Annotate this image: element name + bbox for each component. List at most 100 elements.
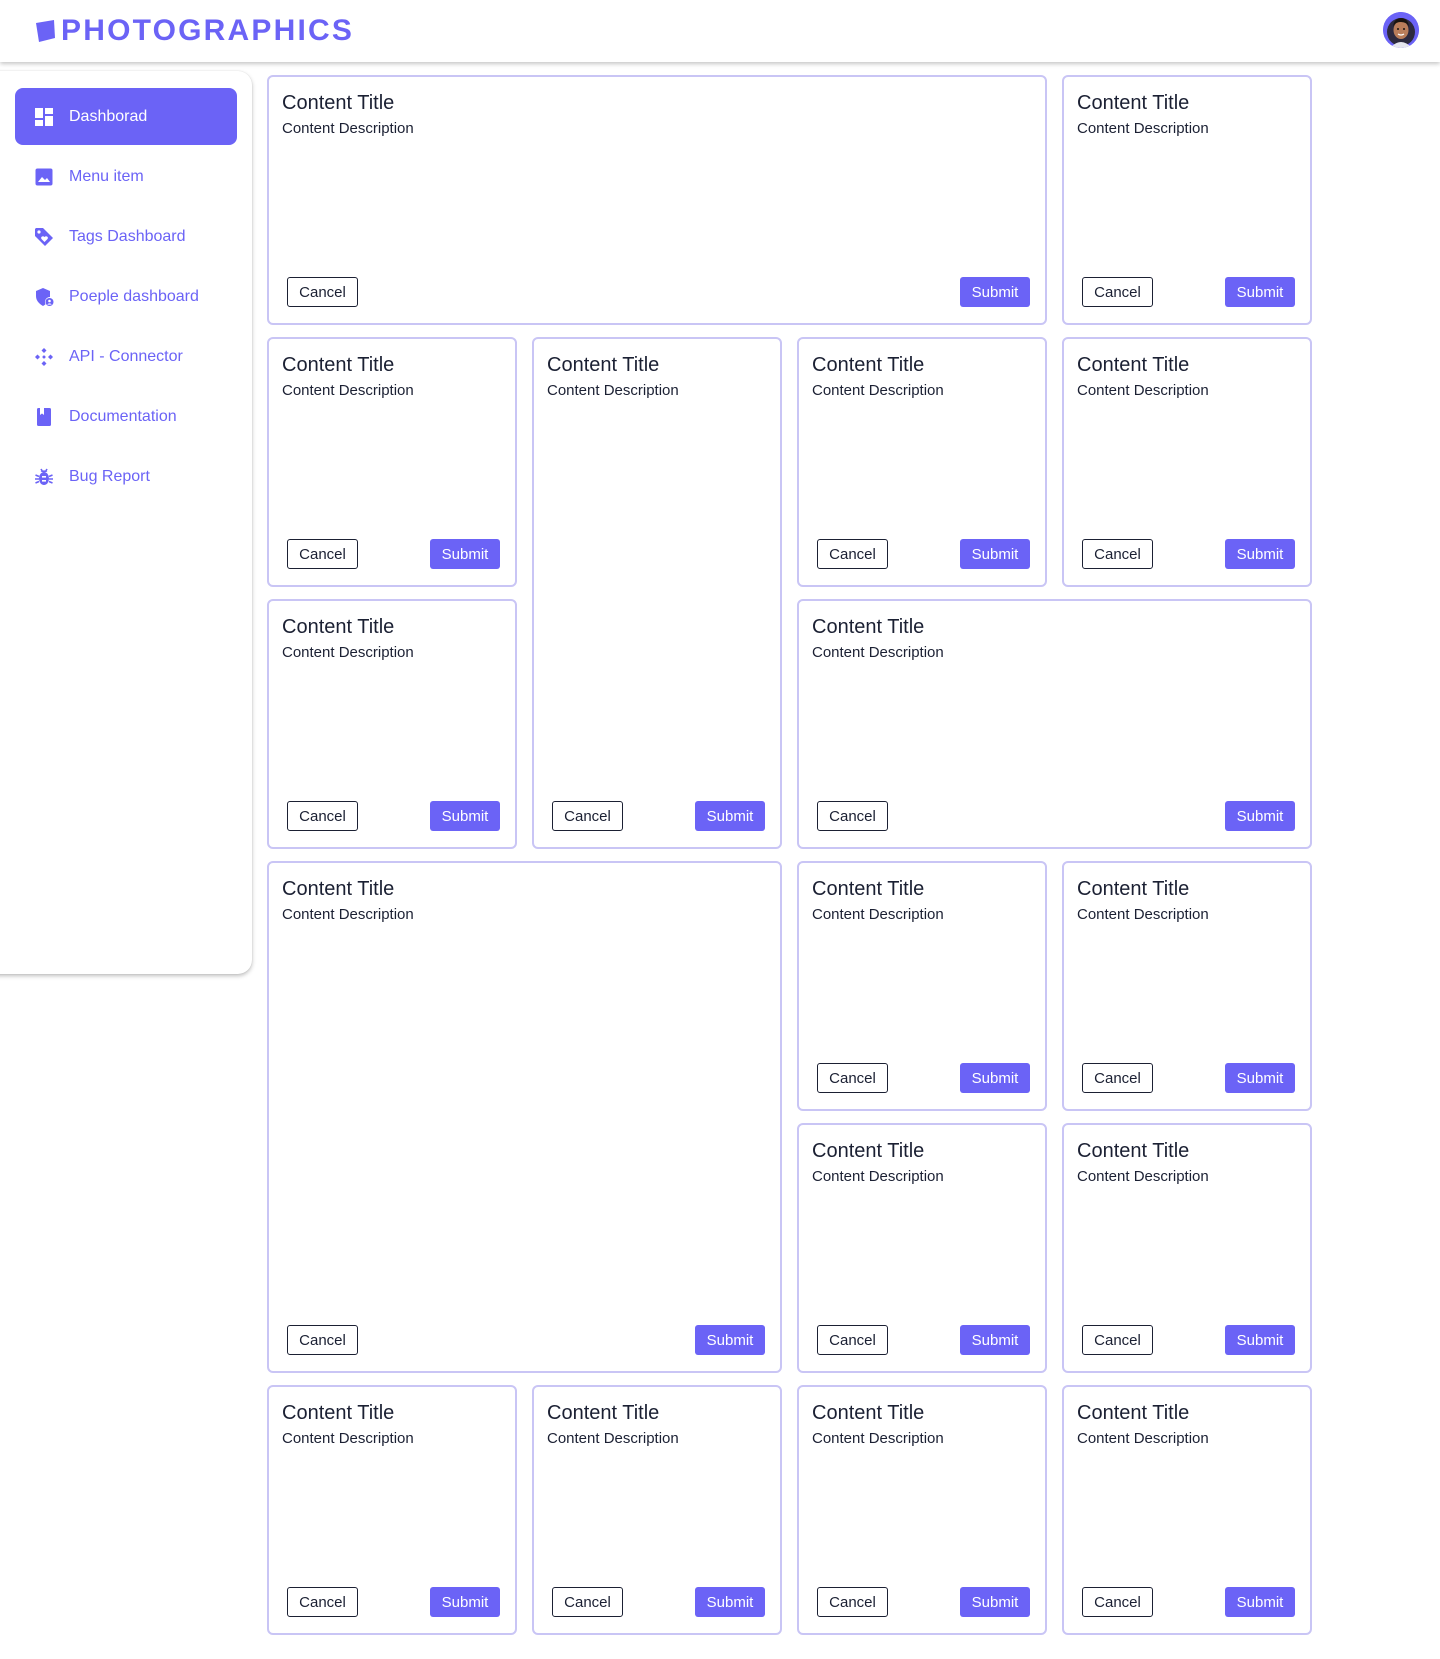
card-title: Content Title bbox=[812, 616, 925, 638]
brand-logo[interactable]: PHOTOGRAPHICS bbox=[34, 13, 354, 49]
card-description: Content Description bbox=[282, 382, 414, 399]
card-title: Content Title bbox=[1077, 92, 1190, 114]
bug-icon bbox=[32, 465, 56, 489]
content-card: Content Title Content Description Cancel… bbox=[267, 75, 1047, 325]
cancel-button[interactable]: Cancel bbox=[817, 1325, 888, 1355]
card-title: Content Title bbox=[812, 878, 925, 900]
cancel-button[interactable]: Cancel bbox=[817, 801, 888, 831]
sidebar-item-label: Dashborad bbox=[69, 107, 148, 125]
card-title: Content Title bbox=[1077, 1402, 1190, 1424]
card-title: Content Title bbox=[282, 92, 395, 114]
card-title: Content Title bbox=[282, 878, 395, 900]
sidebar-item-label: Poeple dashboard bbox=[69, 287, 199, 305]
sidebar-item-dashboard[interactable]: Dashborad bbox=[15, 88, 237, 145]
cancel-button[interactable]: Cancel bbox=[817, 1063, 888, 1093]
cancel-button[interactable]: Cancel bbox=[1082, 539, 1153, 569]
sidebar-item-bug-report[interactable]: Bug Report bbox=[15, 448, 237, 505]
submit-button[interactable]: Submit bbox=[960, 539, 1030, 569]
content-card: Content Title Content Description Cancel… bbox=[1062, 75, 1312, 325]
content-card: Content Title Content Description Cancel… bbox=[797, 337, 1047, 587]
submit-button[interactable]: Submit bbox=[960, 1325, 1030, 1355]
card-description: Content Description bbox=[812, 644, 944, 661]
card-title: Content Title bbox=[547, 1402, 660, 1424]
sidebar-item-documentation[interactable]: Documentation bbox=[15, 388, 237, 445]
sidebar-item-label: API - Connector bbox=[69, 347, 183, 365]
content-card: Content Title Content Description Cancel… bbox=[797, 861, 1047, 1111]
cancel-button[interactable]: Cancel bbox=[552, 1587, 623, 1617]
cancel-button[interactable]: Cancel bbox=[1082, 1587, 1153, 1617]
avatar-icon bbox=[1383, 12, 1419, 48]
content-card: Content Title Content Description Cancel… bbox=[797, 1123, 1047, 1373]
brand-name: PHOTOGRAPHICS bbox=[61, 14, 355, 47]
card-title: Content Title bbox=[282, 616, 395, 638]
cancel-button[interactable]: Cancel bbox=[287, 1325, 358, 1355]
card-description: Content Description bbox=[282, 1430, 414, 1447]
card-description: Content Description bbox=[1077, 382, 1209, 399]
cancel-button[interactable]: Cancel bbox=[1082, 277, 1153, 307]
content-card: Content Title Content Description Cancel… bbox=[797, 1385, 1047, 1635]
submit-button[interactable]: Submit bbox=[695, 1587, 765, 1617]
submit-button[interactable]: Submit bbox=[1225, 801, 1295, 831]
cancel-button[interactable]: Cancel bbox=[817, 539, 888, 569]
submit-button[interactable]: Submit bbox=[430, 539, 500, 569]
submit-button[interactable]: Submit bbox=[430, 801, 500, 831]
cancel-button[interactable]: Cancel bbox=[287, 801, 358, 831]
submit-button[interactable]: Submit bbox=[695, 801, 765, 831]
submit-button[interactable]: Submit bbox=[1225, 1587, 1295, 1617]
cancel-button[interactable]: Cancel bbox=[287, 277, 358, 307]
cancel-button[interactable]: Cancel bbox=[287, 539, 358, 569]
sidebar-item-menu[interactable]: Menu item bbox=[15, 148, 237, 205]
submit-button[interactable]: Submit bbox=[430, 1587, 500, 1617]
card-description: Content Description bbox=[547, 1430, 679, 1447]
book-icon bbox=[32, 405, 56, 429]
sidebar: Dashborad Menu item Tags Dashboard Poepl… bbox=[0, 71, 252, 974]
submit-button[interactable]: Submit bbox=[695, 1325, 765, 1355]
submit-button[interactable]: Submit bbox=[1225, 539, 1295, 569]
people-shield-icon bbox=[32, 285, 56, 309]
card-description: Content Description bbox=[282, 644, 414, 661]
card-description: Content Description bbox=[547, 382, 679, 399]
top-bar: PHOTOGRAPHICS bbox=[0, 0, 1440, 62]
cancel-button[interactable]: Cancel bbox=[1082, 1325, 1153, 1355]
content-card: Content Title Content Description Cancel… bbox=[532, 337, 782, 849]
sidebar-item-tags[interactable]: Tags Dashboard bbox=[15, 208, 237, 265]
card-description: Content Description bbox=[812, 1430, 944, 1447]
card-title: Content Title bbox=[1077, 1140, 1190, 1162]
card-title: Content Title bbox=[812, 1402, 925, 1424]
sidebar-item-label: Documentation bbox=[69, 407, 177, 425]
content-card: Content Title Content Description Cancel… bbox=[1062, 1385, 1312, 1635]
submit-button[interactable]: Submit bbox=[1225, 277, 1295, 307]
cancel-button[interactable]: Cancel bbox=[817, 1587, 888, 1617]
cancel-button[interactable]: Cancel bbox=[552, 801, 623, 831]
content-card: Content Title Content Description Cancel… bbox=[797, 599, 1312, 849]
card-description: Content Description bbox=[1077, 120, 1209, 137]
user-avatar[interactable] bbox=[1383, 12, 1419, 48]
card-description: Content Description bbox=[812, 382, 944, 399]
submit-button[interactable]: Submit bbox=[1225, 1063, 1295, 1093]
card-description: Content Description bbox=[1077, 1168, 1209, 1185]
submit-button[interactable]: Submit bbox=[960, 1063, 1030, 1093]
content-card: Content Title Content Description Cancel… bbox=[1062, 337, 1312, 587]
submit-button[interactable]: Submit bbox=[1225, 1325, 1295, 1355]
sidebar-item-api-connector[interactable]: API - Connector bbox=[15, 328, 237, 385]
card-title: Content Title bbox=[282, 354, 395, 376]
logo-mark-icon bbox=[36, 20, 55, 42]
card-title: Content Title bbox=[547, 354, 660, 376]
card-title: Content Title bbox=[812, 1140, 925, 1162]
submit-button[interactable]: Submit bbox=[960, 277, 1030, 307]
submit-button[interactable]: Submit bbox=[960, 1587, 1030, 1617]
card-description: Content Description bbox=[1077, 906, 1209, 923]
sidebar-item-people[interactable]: Poeple dashboard bbox=[15, 268, 237, 325]
content-card: Content Title Content Description Cancel… bbox=[267, 599, 517, 849]
dashboard-icon bbox=[32, 105, 56, 129]
card-description: Content Description bbox=[282, 906, 414, 923]
tag-icon bbox=[32, 225, 56, 249]
content-card: Content Title Content Description Cancel… bbox=[1062, 861, 1312, 1111]
card-title: Content Title bbox=[1077, 878, 1190, 900]
cancel-button[interactable]: Cancel bbox=[287, 1587, 358, 1617]
content-card: Content Title Content Description Cancel… bbox=[267, 337, 517, 587]
cancel-button[interactable]: Cancel bbox=[1082, 1063, 1153, 1093]
card-description: Content Description bbox=[282, 120, 414, 137]
sidebar-item-label: Tags Dashboard bbox=[69, 227, 186, 245]
card-title: Content Title bbox=[282, 1402, 395, 1424]
